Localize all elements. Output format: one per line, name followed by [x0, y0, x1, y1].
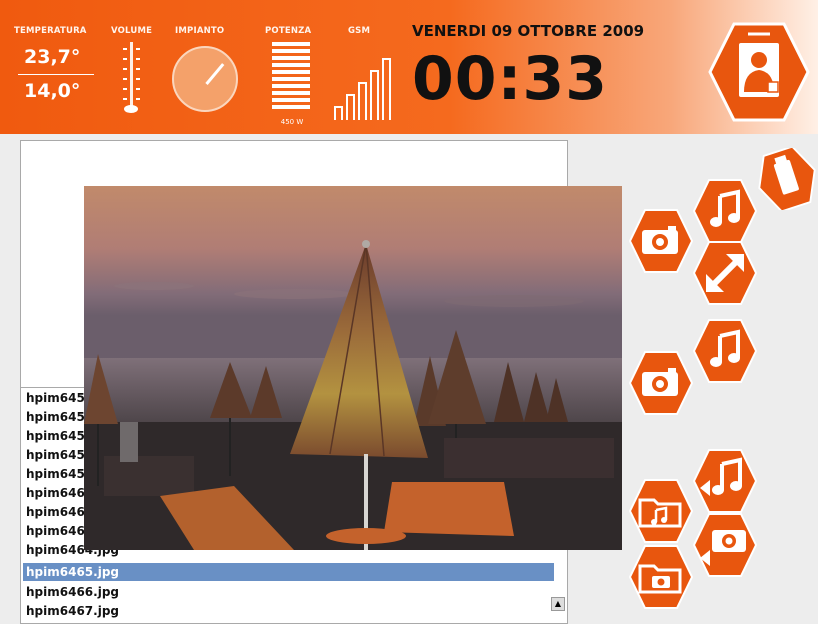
music-note-icon[interactable] [692, 178, 758, 244]
power-label: POTENZA [265, 26, 312, 36]
music-note-back-icon[interactable] [692, 448, 758, 514]
gsm-label: GSM [348, 26, 371, 36]
power-value: 450 W [280, 118, 304, 126]
scroll-up-button[interactable]: ▲ [551, 597, 565, 611]
usb-drive-icon[interactable] [756, 148, 818, 210]
gsm-signal-icon [332, 58, 394, 120]
expand-arrows-icon[interactable] [692, 240, 758, 306]
temperature-label: TEMPERATURA [14, 26, 87, 36]
system-label: IMPIANTO [175, 26, 225, 36]
temperature-current: 23,7° [24, 46, 81, 68]
camera-back-icon[interactable] [692, 512, 758, 578]
photo-preview [84, 186, 622, 550]
date-display: VENERDI 09 OTTOBRE 2009 [412, 22, 645, 40]
music-note-icon[interactable] [692, 318, 758, 384]
list-item-selected[interactable]: hpim6465.jpg [23, 563, 554, 581]
music-folder-icon[interactable] [628, 478, 694, 544]
photo-folder-icon[interactable] [628, 544, 694, 610]
volume-slider-icon[interactable] [120, 42, 142, 114]
list-item[interactable]: hpim6466.jpg [23, 583, 554, 601]
status-header: TEMPERATURA VOLUME IMPIANTO POTENZA GSM … [0, 0, 818, 134]
system-dial-icon[interactable] [172, 46, 238, 112]
camera-icon[interactable] [628, 350, 694, 416]
camera-icon[interactable] [628, 208, 694, 274]
clock-display: 00:33 [412, 44, 608, 114]
user-profile-icon[interactable] [708, 20, 810, 124]
volume-label: VOLUME [111, 26, 153, 36]
temperature-divider [18, 74, 94, 75]
power-meter-icon [272, 42, 310, 116]
list-item[interactable]: hpim6467.jpg [23, 602, 554, 620]
temperature-setpoint[interactable]: 14,0° [24, 80, 80, 102]
